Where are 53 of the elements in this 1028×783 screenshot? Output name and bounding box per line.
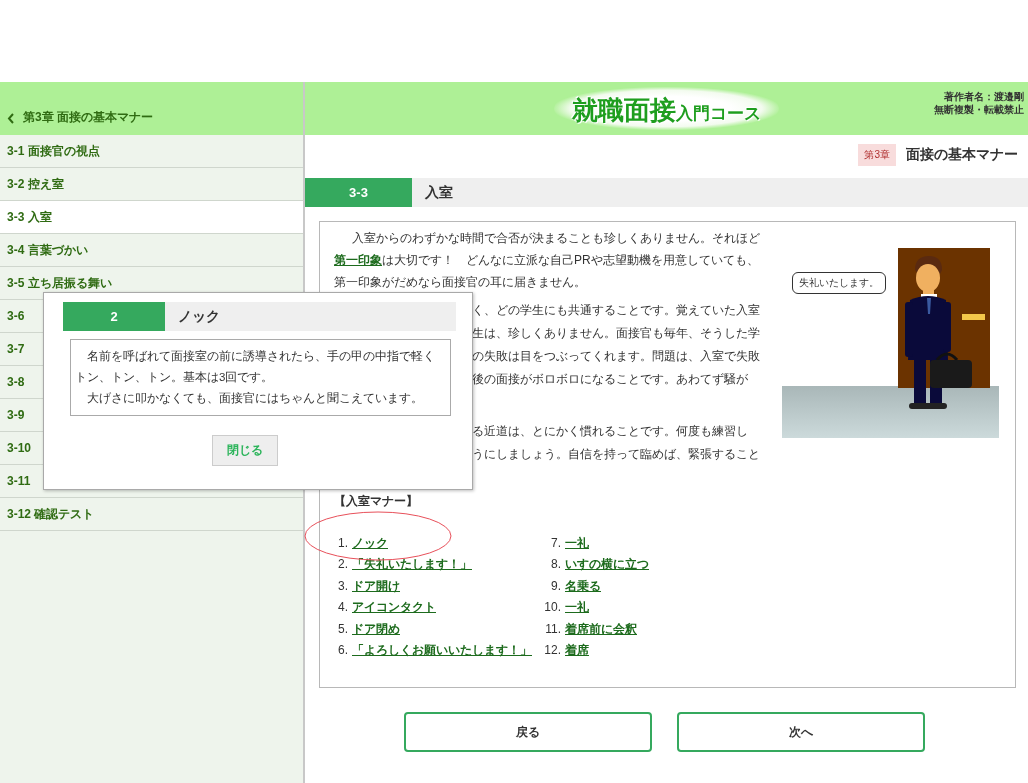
popup-title: ノック — [177, 307, 220, 326]
sidebar-item[interactable]: 3-3 入室 — [0, 201, 303, 234]
paragraph-line: 後の面接がボロボロになることです。あわてず騒が — [472, 371, 748, 388]
popup-paragraph: 名前を呼ばれて面接室の前に誘導されたら、手の甲の中指で軽くトン、トン、トン。基本は3回です。 — [75, 349, 436, 385]
list-number: 9. — [550, 577, 561, 595]
manner-link[interactable]: 「失礼いたします！」 — [352, 554, 472, 576]
manner-link[interactable]: ドア開け — [352, 575, 400, 598]
list-number: 6. — [337, 641, 348, 659]
list-number: 1. — [337, 535, 348, 552]
speech-bubble: 失礼いたします。 — [792, 272, 886, 294]
nav-button[interactable]: 次へ — [677, 712, 925, 752]
list-number: 5. — [337, 620, 348, 638]
list-number: 3. — [337, 577, 348, 595]
paragraph-line: うにしましょう。自信を持って臨めば、緊張すること — [472, 446, 760, 463]
sidebar-item[interactable]: 3-1 面接官の視点 — [0, 135, 303, 168]
paragraph-line: の失敗は目をつぶってくれます。問題は、入室で失敗 — [472, 348, 760, 365]
manner-link[interactable]: 一礼 — [565, 533, 589, 555]
manner-link[interactable]: 一礼 — [565, 597, 589, 619]
chapter-heading: 面接の基本マナー — [906, 146, 1018, 164]
section-number: 3-3 — [305, 178, 412, 207]
manner-link[interactable]: アイコンタクト — [352, 597, 436, 619]
list-number: 11. — [544, 620, 561, 638]
popup-paragraph: 大げさに叩かなくても、面接官にはちゃんと聞こえています。 — [85, 391, 424, 407]
nav-button[interactable]: 戻る — [404, 712, 652, 752]
section-title: 入室 — [424, 183, 453, 202]
chapter-title: 第3章 面接の基本マナー — [23, 109, 153, 126]
list-number: 4. — [337, 599, 348, 617]
paragraph-line: 生は、珍しくありません。面接官も毎年、そうした学 — [472, 325, 760, 342]
sidebar-item[interactable]: 3-4 言葉づかい — [0, 234, 303, 267]
paragraph-line: く、どの学生にも共通することです。覚えていた入室 — [472, 302, 760, 319]
list-number: 2. — [337, 556, 348, 574]
sidebar-item[interactable]: 3-12 確認テスト — [0, 498, 303, 531]
manner-link[interactable]: 名乗る — [565, 575, 601, 598]
list-number: 12. — [543, 641, 561, 659]
first-impression-link[interactable]: 第一印象 — [334, 253, 382, 267]
paragraph-line: る近道は、とにかく慣れることです。何度も練習し — [472, 423, 748, 440]
manner-link[interactable]: 「よろしくお願いいたします！」 — [352, 639, 532, 662]
chapter-badge: 第3章 — [858, 144, 896, 166]
manner-link[interactable]: ノック — [352, 533, 388, 555]
manner-link[interactable]: いすの横に立つ — [565, 554, 649, 576]
list-title: 【入室マナー】 — [334, 493, 419, 510]
manner-link[interactable]: 着席 — [565, 639, 589, 662]
manner-link[interactable]: ドア閉め — [352, 618, 400, 640]
list-number: 8. — [550, 556, 561, 574]
course-logo: 就職面接入門コース — [554, 87, 779, 130]
manner-link[interactable]: 着席前に会釈 — [565, 618, 637, 640]
credit-text: 著作者名：渡邉剛 — [944, 90, 1024, 103]
list-number: 10. — [543, 599, 561, 617]
intro-paragraph: 入室からのわずかな時間で合否が決まることも珍しくありません。それほど 第一印象は大切です！ どんなに立派な自己PRや志望動機を用意していても、第一印象がだめなら面接官の耳に届きません。 — [334, 230, 761, 291]
list-number: 7. — [550, 535, 561, 552]
chevron-left-icon[interactable] — [7, 113, 15, 124]
credit-text: 無断複製・転載禁止 — [934, 103, 1024, 116]
popup-number: 2 — [63, 302, 165, 331]
